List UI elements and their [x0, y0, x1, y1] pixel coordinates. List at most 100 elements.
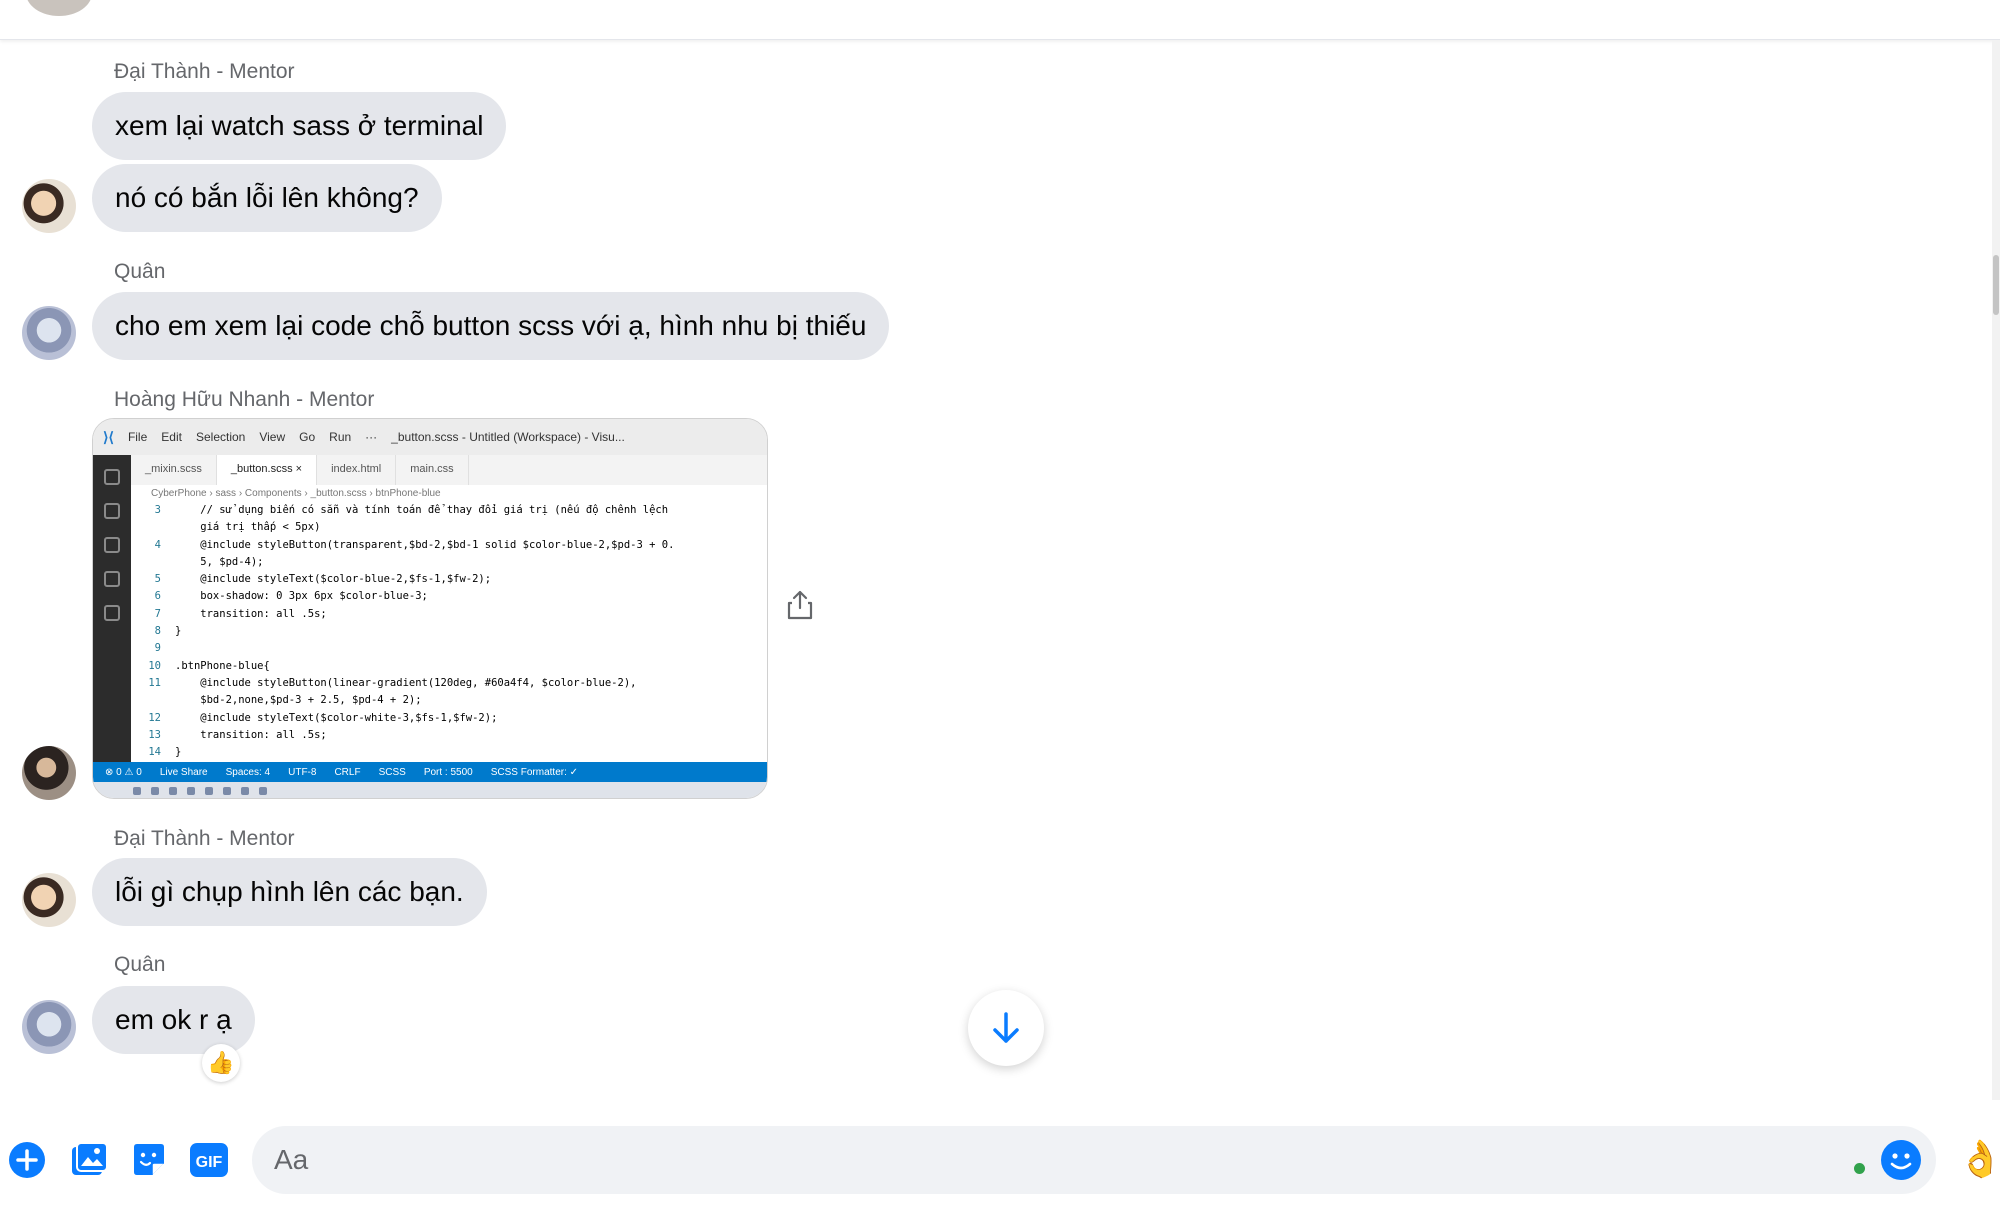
message-bubble[interactable]: xem lại watch sass ở terminal [92, 92, 507, 160]
line-number [131, 554, 175, 571]
editor-breadcrumb: CyberPhone › sass › Components › _button… [151, 488, 441, 499]
gif-icon: GIF [190, 1143, 228, 1177]
status-item: Spaces: 4 [225, 766, 271, 778]
code-text: } [175, 625, 182, 638]
code-line: 8} [131, 623, 767, 640]
code-line: 5 @include styleText($color-blue-2,$fs-1… [131, 571, 767, 588]
code-line: 10 .btnPhone-blue{ [131, 658, 767, 675]
line-number: 6 [154, 590, 161, 603]
sticker-button[interactable] [128, 1139, 170, 1181]
menu-item: Run [329, 430, 352, 444]
vscode-logo-icon: ⟩⟨ [103, 428, 114, 445]
messenger-chat: Đại Thành - Mentor xem lại watch sass ở … [0, 0, 2000, 1211]
image-icon [72, 1142, 108, 1175]
plus-button[interactable] [6, 1139, 48, 1181]
code-line: 14} [131, 744, 767, 761]
code-line: 13 transition: all .5s; [131, 727, 767, 744]
message-input[interactable] [274, 1126, 1834, 1194]
arrow-down-icon [993, 1012, 1019, 1043]
message-bubble[interactable]: nó có bắn lỗi lên không? [92, 164, 442, 232]
code-text: giá trị thấp < 5px) [175, 521, 321, 534]
sender-name: Quân [114, 260, 166, 283]
sticker-icon [134, 1144, 164, 1175]
status-item: SCSS Formatter: ✓ [490, 766, 579, 778]
message-bubble[interactable]: lỗi gì chụp hình lên các bạn. [92, 858, 487, 926]
sender-name: Hoàng Hữu Nhanh - Mentor [114, 388, 375, 411]
window-title: _button.scss - Untitled (Workspace) - Vi… [391, 430, 625, 444]
emoji-icon [1882, 1141, 1920, 1179]
header-avatar[interactable] [26, 0, 92, 16]
avatar-quan[interactable] [22, 1000, 76, 1054]
editor-tabs: _mixin.scss _button.scss × index.html ma… [131, 455, 767, 485]
line-number: 4 [154, 538, 161, 551]
line-number: 10 [148, 659, 161, 672]
online-indicator [1854, 1163, 1865, 1174]
code-line: 12 @include styleText($color-white-3,$fs… [131, 710, 767, 727]
status-item: SCSS [378, 766, 406, 778]
message-bubble[interactable]: cho em xem lại code chỗ button scss với … [92, 292, 890, 360]
line-number [131, 519, 175, 536]
code-text: 5, $pd-4); [175, 555, 264, 568]
windows-taskbar [93, 782, 767, 798]
sender-name: Đại Thành - Mentor [114, 827, 295, 850]
scroll-to-bottom-button[interactable] [968, 990, 1044, 1066]
avatar-quan[interactable] [22, 306, 76, 360]
vscode-editor: _mixin.scss _button.scss × index.html ma… [131, 455, 767, 762]
settings-icon [104, 605, 120, 621]
code-text: @include styleButton(transparent,$bd-2,$… [175, 538, 675, 551]
plus-icon [9, 1142, 45, 1178]
line-number: 14 [148, 746, 161, 759]
line-number: 8 [154, 625, 161, 638]
explorer-icon [104, 469, 120, 485]
gif-button[interactable]: GIF [188, 1139, 230, 1181]
vscode-activity-bar [93, 455, 131, 762]
editor-tab: index.html [317, 455, 397, 485]
sender-name: Quân [114, 953, 166, 976]
editor-tab-active: _button.scss × [216, 455, 318, 485]
status-item: UTF-8 [288, 766, 317, 778]
line-number [131, 692, 175, 709]
emoji-button[interactable] [1881, 1140, 1921, 1180]
line-number: 5 [154, 573, 161, 586]
menu-item: File [127, 430, 148, 444]
run-icon [104, 537, 120, 553]
code-line: 11 @include styleButton(linear-gradient(… [131, 675, 767, 692]
line-number: 11 [148, 676, 161, 689]
code-text: .btnPhone-blue{ [175, 659, 270, 672]
quick-reaction-button[interactable]: 👌 [1958, 1136, 2000, 1182]
scrollbar-thumb[interactable] [1993, 255, 1999, 315]
code-line: 9 [131, 640, 767, 657]
share-icon[interactable] [787, 590, 813, 620]
menu-item: View [259, 430, 286, 444]
code-line: 7 transition: all .5s; [131, 606, 767, 623]
code-text: // sử dụng biến có sẵn và tính toán để t… [175, 504, 669, 516]
avatar-dai-thanh[interactable] [22, 179, 76, 233]
attach-image-button[interactable] [68, 1139, 110, 1181]
hand-icon: 👌 [1958, 1138, 2000, 1179]
sender-name: Đại Thành - Mentor [114, 60, 295, 83]
line-number: 13 [148, 728, 161, 741]
shared-image[interactable]: ⟩⟨ File Edit Selection View Go Run ··· _… [92, 418, 768, 799]
search-icon [104, 503, 120, 519]
status-item: CRLF [334, 766, 361, 778]
line-number: 12 [148, 711, 161, 724]
code-text: transition: all .5s; [175, 607, 327, 620]
code-line: 4 @include styleButton(transparent,$bd-2… [131, 537, 767, 554]
scrollbar[interactable] [1992, 40, 2000, 1100]
menu-item: Go [299, 430, 316, 444]
menu-item: Edit [161, 430, 182, 444]
status-item: Port : 5500 [423, 766, 473, 778]
editor-tab: _mixin.scss [131, 455, 217, 485]
avatar-hoang-huu-nhanh[interactable] [22, 746, 76, 800]
code-text: @include styleText($color-blue-2,$fs-1,$… [175, 573, 492, 586]
code-text: $bd-2,none,$pd-3 + 2.5, $pd-4 + 2); [175, 694, 422, 707]
line-number: 9 [154, 642, 161, 655]
status-item: ⊗ 0 ⚠ 0 [105, 766, 142, 778]
message-input-container[interactable] [252, 1126, 1936, 1194]
status-item: Live Share [159, 766, 208, 778]
message-bubble[interactable]: em ok r ạ [92, 986, 255, 1054]
code-text: box-shadow: 0 3px 6px $color-blue-3; [175, 590, 428, 603]
avatar-dai-thanh[interactable] [22, 873, 76, 927]
thumbs-up-reaction-icon[interactable]: 👍 [202, 1044, 240, 1082]
line-number: 7 [154, 607, 161, 620]
